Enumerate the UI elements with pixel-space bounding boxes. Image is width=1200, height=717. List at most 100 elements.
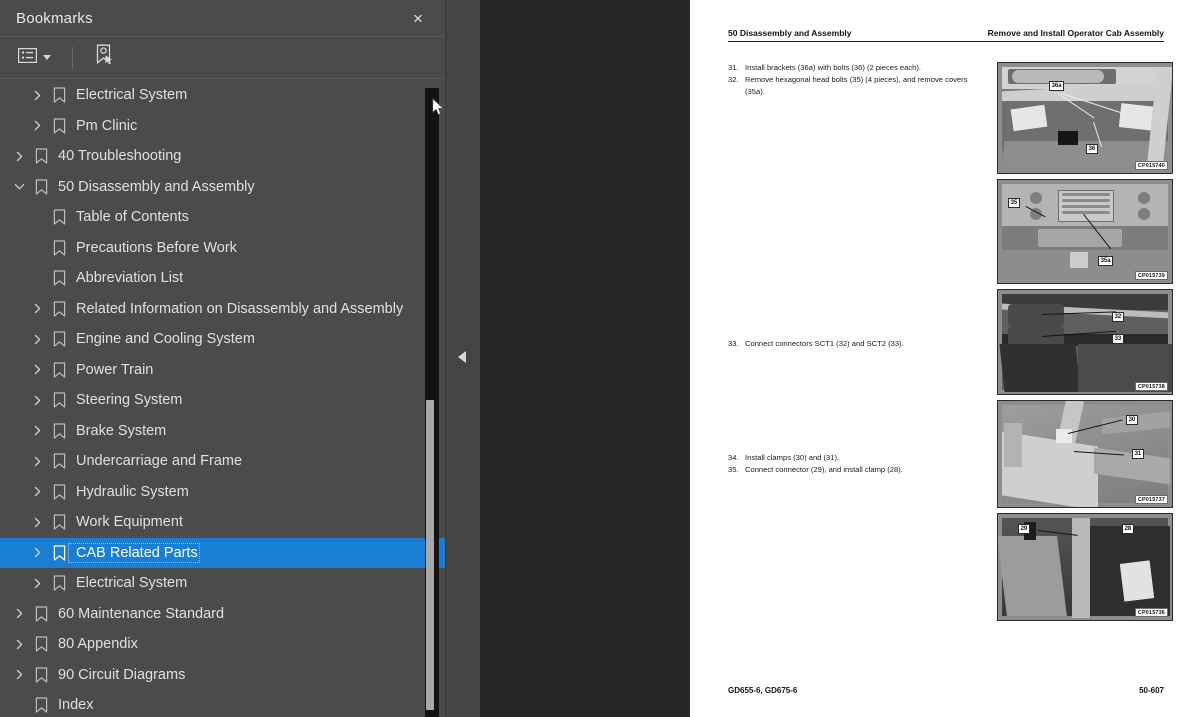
- bookmarks-tree[interactable]: Electrical System Pm Clinic 40 Troubleshoo…: [0, 80, 445, 717]
- bookmark-item-80-appendix[interactable]: 80 Appendix: [0, 629, 445, 660]
- bookmark-item-label: Work Equipment: [76, 514, 183, 531]
- bookmark-item-90-circuit-diagrams[interactable]: 90 Circuit Diagrams: [0, 660, 445, 691]
- figure-3[interactable]: 32 33 CP015738: [997, 289, 1173, 395]
- bookmarks-toolbar: [0, 37, 445, 79]
- bookmarks-scrollbar-track[interactable]: [425, 88, 439, 717]
- chevron-right-icon[interactable]: [26, 115, 48, 137]
- bookmark-item-table-of-contents[interactable]: Table of Contents: [0, 202, 445, 233]
- bookmark-item-electrical-system[interactable]: Electrical System: [0, 80, 445, 111]
- bookmark-item-label: 60 Maintenance Standard: [58, 605, 225, 622]
- running-head-left: 50 Disassembly and Assembly: [728, 28, 852, 38]
- chevron-right-icon[interactable]: [26, 450, 48, 472]
- bookmark-options-button[interactable]: [15, 45, 54, 71]
- step-text: Install clamps (30) and (31).: [745, 453, 840, 462]
- chevron-right-icon[interactable]: [26, 420, 48, 442]
- chevron-right-icon[interactable]: [26, 572, 48, 594]
- bookmark-item-brake-system[interactable]: Brake System: [0, 416, 445, 447]
- chevron-down-icon: [43, 55, 51, 60]
- viewer-backdrop: [480, 0, 690, 717]
- list-item: 34. Install clamps (30) and (31).: [728, 452, 983, 463]
- chevron-right-icon[interactable]: [8, 664, 30, 686]
- bookmark-item-abbreviation-list[interactable]: Abbreviation List: [0, 263, 445, 294]
- step-number: 34.: [728, 453, 739, 462]
- step-group-1: 31. Install brackets (36a) with bolts (3…: [728, 62, 983, 98]
- chevron-right-icon[interactable]: [26, 359, 48, 381]
- chevron-right-icon[interactable]: [26, 84, 48, 106]
- panel-divider[interactable]: [445, 0, 480, 717]
- figure-5[interactable]: 29 28 CP015736: [997, 513, 1173, 621]
- footer-page-number: 50-607: [1139, 686, 1164, 695]
- bookmark-item-label: Pm Clinic: [76, 117, 138, 134]
- bookmark-icon: [48, 298, 70, 320]
- bookmark-item-electrical-system[interactable]: Electrical System: [0, 568, 445, 599]
- bookmark-item-label: Related Information on Disassembly and A…: [76, 300, 404, 317]
- step-number: 32.: [728, 75, 739, 85]
- step-text: Connect connectors SCT1 (32) and SCT2 (3…: [745, 339, 904, 348]
- bookmark-item-40-troubleshooting[interactable]: 40 Troubleshooting: [0, 141, 445, 172]
- list-item: 33. Connect connectors SCT1 (32) and SCT…: [728, 338, 983, 349]
- document-running-head: 50 Disassembly and Assembly Remove and I…: [728, 0, 1164, 42]
- bookmark-item-cab-related-parts[interactable]: CAB Related Parts: [0, 537, 445, 568]
- bookmark-item-work-equipment[interactable]: Work Equipment: [0, 507, 445, 538]
- chevron-right-icon[interactable]: [26, 542, 48, 564]
- bookmark-item-60-maintenance-standard[interactable]: 60 Maintenance Standard: [0, 599, 445, 630]
- bookmark-item-pm-clinic[interactable]: Pm Clinic: [0, 111, 445, 142]
- chevron-right-icon[interactable]: [26, 298, 48, 320]
- figure-1[interactable]: 36a 36 CP015740: [997, 62, 1173, 174]
- bookmarks-panel: Bookmarks × Electrical System Pm Clinic …: [0, 0, 445, 717]
- bookmark-item-undercarriage-and-frame[interactable]: Undercarriage and Frame: [0, 446, 445, 477]
- figure-2[interactable]: 35 35a CP015739: [997, 179, 1173, 284]
- chevron-right-icon[interactable]: [26, 481, 48, 503]
- bookmark-icon: [48, 450, 70, 472]
- collapse-left-icon[interactable]: [458, 351, 466, 363]
- figure-callout: 31: [1132, 449, 1144, 460]
- figure-caption: CP015740: [1134, 161, 1168, 170]
- chevron-right-icon[interactable]: [8, 145, 30, 167]
- figure-callout: 29: [1018, 524, 1030, 535]
- running-head-right: Remove and Install Operator Cab Assembly: [987, 28, 1164, 38]
- find-current-bookmark-button[interactable]: [91, 41, 118, 74]
- figure-caption: CP015738: [1134, 382, 1168, 391]
- list-options-icon: [18, 47, 37, 68]
- chevron-right-icon[interactable]: [8, 603, 30, 625]
- chevron-right-icon[interactable]: [26, 328, 48, 350]
- bookmark-item-power-train[interactable]: Power Train: [0, 355, 445, 386]
- page-title: Bookmarks: [16, 9, 93, 27]
- step-number: 33.: [728, 339, 739, 348]
- document-page[interactable]: 50 Disassembly and Assembly Remove and I…: [690, 0, 1200, 717]
- chevron-right-icon[interactable]: [8, 633, 30, 655]
- figure-column: 36a 36 CP015740 35 35a CP015739 32 33 CP…: [997, 62, 1173, 626]
- chevron-right-icon[interactable]: [26, 511, 48, 533]
- footer-model: GD655-6, GD675-6: [728, 686, 798, 695]
- bookmark-item-label: Steering System: [76, 392, 183, 409]
- figure-callout: 30: [1126, 415, 1138, 426]
- bookmark-icon: [30, 694, 52, 716]
- bookmark-item-label: 40 Troubleshooting: [58, 148, 182, 165]
- bookmark-icon: [30, 603, 52, 625]
- bookmark-item-label: Power Train: [76, 361, 154, 378]
- bookmark-item-label: 80 Appendix: [58, 636, 138, 653]
- chevron-down-icon[interactable]: [8, 176, 30, 198]
- bookmark-icon: [30, 664, 52, 686]
- step-text: Remove hexagonal head bolts (35) (4 piec…: [745, 75, 968, 96]
- close-icon[interactable]: ×: [405, 5, 431, 31]
- bookmark-item-50-disassembly-and-assembly[interactable]: 50 Disassembly and Assembly: [0, 172, 445, 203]
- bookmark-item-index[interactable]: Index: [0, 690, 445, 717]
- bookmark-item-label: Index: [58, 697, 94, 714]
- bookmark-item-steering-system[interactable]: Steering System: [0, 385, 445, 416]
- figure-4[interactable]: 30 31 CP015737: [997, 400, 1173, 508]
- bookmark-item-label: Undercarriage and Frame: [76, 453, 243, 470]
- chevron-right-icon[interactable]: [26, 389, 48, 411]
- bookmark-item-precautions-before-work[interactable]: Precautions Before Work: [0, 233, 445, 264]
- list-item: 35. Connect connector (29), and install …: [728, 464, 983, 475]
- bookmark-item-related-information-on-disassembly-and-assembly[interactable]: Related Information on Disassembly and A…: [0, 294, 445, 325]
- bookmark-item-engine-and-cooling-system[interactable]: Engine and Cooling System: [0, 324, 445, 355]
- bookmarks-scrollbar-thumb[interactable]: [426, 400, 434, 710]
- procedure-steps: 31. Install brackets (36a) with bolts (3…: [728, 62, 983, 626]
- figure-callout: 32: [1112, 312, 1124, 323]
- bookmark-item-label: Electrical System: [76, 575, 188, 592]
- bookmark-icon: [48, 511, 70, 533]
- bookmark-item-hydraulic-system[interactable]: Hydraulic System: [0, 477, 445, 508]
